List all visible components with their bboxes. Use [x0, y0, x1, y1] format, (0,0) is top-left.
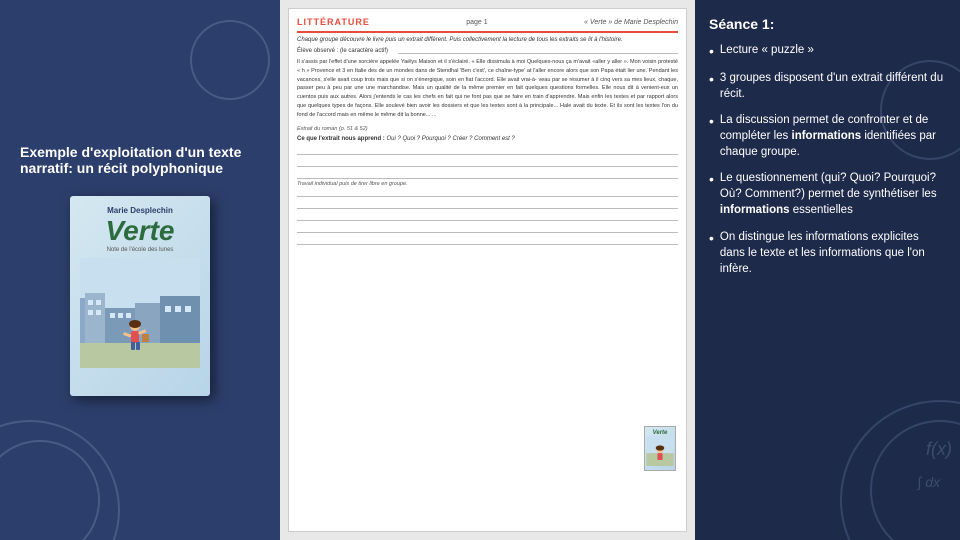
right-deco-circle-1: [840, 400, 960, 540]
book-title: Verte: [105, 217, 174, 245]
right-panel: f(x) ∫ dx Séance 1: • Lecture « puzzle »…: [695, 0, 960, 540]
ws-answer-line-1: [297, 145, 678, 155]
middle-panel: LITTÉRATURE page 1 « Verte » de Marie De…: [280, 0, 695, 540]
bullet-dot-2: •: [709, 71, 714, 88]
ws-answer-line-3: [297, 169, 678, 179]
ws-body-text: Il s'assis par l'effet d'une sorcière ap…: [297, 58, 678, 120]
ws-answer-line-2: [297, 157, 678, 167]
ws-name-field: [398, 48, 678, 54]
ws-question: Ce que l'extrait nous apprend : Oui ? Qu…: [297, 136, 678, 142]
math-deco-2: ∫ dx: [917, 474, 940, 490]
ws-question-options: Oui ? Quoi ? Pourquoi ? Créer ? Comment …: [386, 136, 514, 142]
bullet-text-1: Lecture « puzzle »: [720, 42, 814, 58]
bullet-text-2: 3 groupes disposent d'un extrait différe…: [720, 70, 946, 102]
ws-subject: LITTÉRATURE: [297, 17, 370, 27]
bullet-dot-5: •: [709, 230, 714, 247]
bullet-text-5: On distingue les informations explicites…: [720, 229, 946, 277]
ws-name-label: Élève observé : (le caractère actif): [297, 48, 388, 54]
bullet-text-4: Le questionnement (qui? Quoi? Pourquoi? …: [720, 170, 946, 218]
ws-thumb-svg: [646, 436, 674, 466]
bullet-item-1: • Lecture « puzzle »: [709, 42, 946, 60]
left-panel-title: Exemple d'exploitation d'un texte narrat…: [20, 144, 260, 176]
ws-answer-line-5: [297, 199, 678, 209]
ws-page: page 1: [466, 19, 487, 26]
book-author: Marie Desplechin: [107, 206, 173, 215]
math-deco-1: f(x): [926, 439, 952, 460]
bullet-text-3: La discussion permet de confronter et de…: [720, 112, 946, 160]
bullet-item-5: • On distingue les informations explicit…: [709, 229, 946, 277]
book-illustration: [80, 258, 200, 368]
bullet-dot-3: •: [709, 113, 714, 130]
ws-answer-line-7: [297, 223, 678, 233]
ws-answer-line-6: [297, 211, 678, 221]
ws-answer-line-8: [297, 235, 678, 245]
ws-answer-lines-2: [297, 187, 678, 245]
worksheet-header: LITTÉRATURE page 1 « Verte » de Marie De…: [297, 17, 678, 33]
ws-answer-line-4: [297, 187, 678, 197]
title-line1: Exemple d'exploitation d'un texte: [20, 144, 241, 160]
bullet-item-3: • La discussion permet de confronter et …: [709, 112, 946, 160]
book-cover: Marie Desplechin Verte Note de l'école d…: [70, 196, 210, 396]
left-panel: Exemple d'exploitation d'un texte narrat…: [0, 0, 280, 540]
bullet-item-4: • Le questionnement (qui? Quoi? Pourquoi…: [709, 170, 946, 218]
ws-answer-lines: [297, 145, 678, 179]
title-line2: narratif: un récit polyphonique: [20, 160, 223, 176]
ws-instruction: Chaque groupe découvre le livre puis un …: [297, 37, 678, 43]
book-subtitle: Note de l'école des lunes: [107, 247, 174, 253]
bullet-item-2: • 3 groupes disposent d'un extrait diffé…: [709, 70, 946, 102]
ws-thumbnail: Verte: [644, 426, 676, 471]
bullet-dot-4: •: [709, 171, 714, 188]
ws-book-ref: « Verte » de Marie Desplechin: [584, 19, 678, 26]
bullet-dot-1: •: [709, 43, 714, 60]
ws-name-line: Élève observé : (le caractère actif): [297, 48, 678, 54]
seance-title: Séance 1:: [709, 16, 946, 32]
ws-question-label: Ce que l'extrait nous apprend :: [297, 136, 385, 142]
right-deco-circle-2: [870, 420, 960, 540]
ws-extract-label: Extrait du roman (p. 51 & 52): [297, 126, 678, 132]
deco-circle-3: [190, 20, 270, 100]
worksheet: LITTÉRATURE page 1 « Verte » de Marie De…: [288, 8, 687, 532]
book-illustration-svg: [80, 258, 200, 368]
